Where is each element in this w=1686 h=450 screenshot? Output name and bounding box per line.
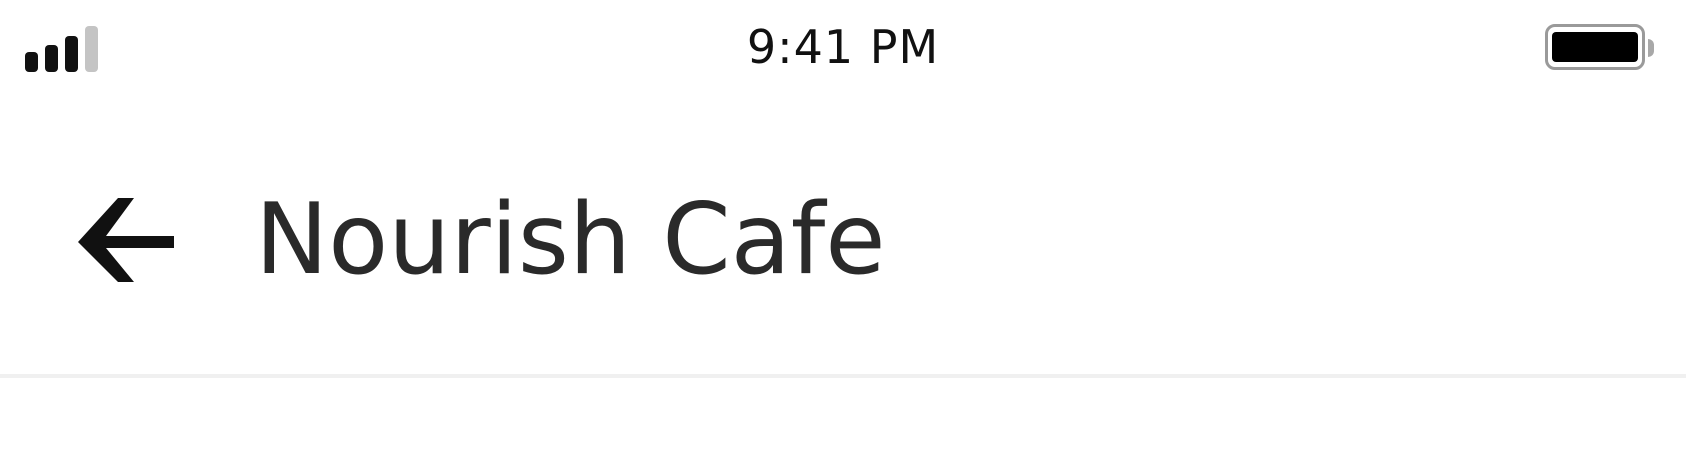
page-title: Nourish Cafe bbox=[255, 183, 886, 297]
back-button[interactable] bbox=[70, 190, 180, 290]
battery-icon bbox=[1545, 24, 1654, 74]
arrow-left-icon bbox=[78, 198, 174, 282]
status-bar: 9:41 PM bbox=[0, 0, 1686, 100]
battery-fill bbox=[1552, 32, 1638, 62]
status-time: 9:41 PM bbox=[746, 20, 940, 74]
navigation-header: Nourish Cafe bbox=[0, 100, 1686, 378]
